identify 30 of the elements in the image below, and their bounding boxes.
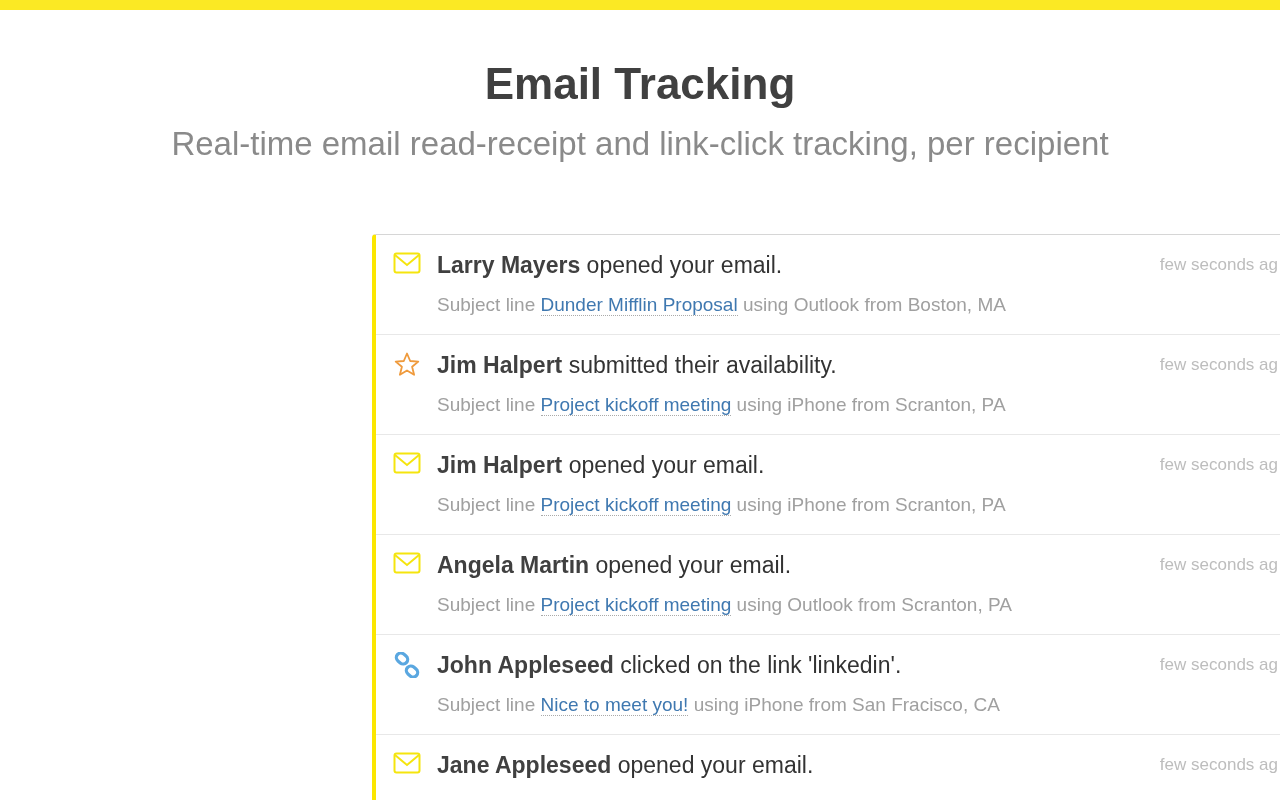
event-time: few seconds ag (1159, 754, 1278, 777)
subject-line-text: Subject line Project kickoff meeting using iPhone from Scranton, PA (437, 393, 1007, 418)
subject-link[interactable]: Nice to meet you! (540, 694, 689, 717)
event-time: few seconds ag (1159, 354, 1278, 377)
star-icon (394, 352, 420, 378)
event-time: few seconds ag (1159, 254, 1278, 277)
page-title: Email Tracking (483, 58, 797, 106)
event-message: Jim Halpert submitted their availability. (437, 351, 838, 380)
event-message: Larry Mayers opened your email. (437, 251, 784, 280)
envelope-icon (393, 752, 421, 775)
envelope-icon (393, 452, 421, 475)
event-time: few seconds ag (1159, 654, 1278, 677)
subject-link[interactable]: Project kickoff meeting (540, 594, 732, 617)
subject-line-text: Subject line Nice to meet you! using iPhone from San Fracisco, CA (437, 693, 1001, 718)
envelope-icon (393, 552, 421, 575)
link-icon (394, 652, 420, 679)
event-message: Angela Martin opened your email. (437, 551, 793, 580)
subject-line-text: Subject line Project kickoff meeting using Outlook from Scranton, PA (437, 593, 1013, 618)
subject-line-text: Subject line Project kickoff meeting using iPhone from Scranton, PA (437, 493, 1007, 518)
event-time: few seconds ag (1159, 554, 1278, 577)
page-subtitle: Real-time email read-receipt and link-click tracking, per recipient (170, 126, 1110, 163)
subject-link[interactable]: Project kickoff meeting (540, 394, 732, 417)
event-time: few seconds ag (1159, 454, 1278, 477)
subject-link[interactable]: Project kickoff meeting (540, 494, 732, 517)
event-message: Jane Appleseed opened your email. (437, 751, 815, 780)
envelope-icon (393, 252, 421, 275)
event-message: John Appleseed clicked on the link 'linkedin'. (437, 651, 903, 680)
event-message: Jim Halpert opened your email. (437, 451, 766, 480)
subject-link[interactable]: Dunder Mifflin Proposal (540, 294, 738, 317)
subject-line-text: Subject line Dunder Mifflin Proposal using Outlook from Boston, MA (437, 293, 1007, 318)
